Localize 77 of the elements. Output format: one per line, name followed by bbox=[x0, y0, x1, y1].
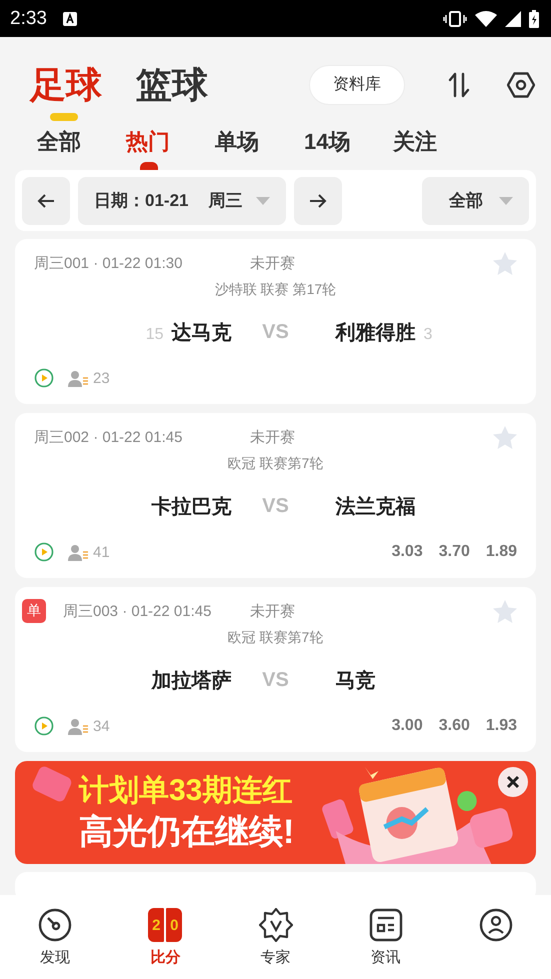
follower-count: 23 bbox=[93, 370, 110, 386]
user-list-icon bbox=[68, 718, 88, 734]
star-icon[interactable] bbox=[493, 600, 517, 622]
signal-icon bbox=[505, 10, 521, 26]
match-time: 周三002 · 01-22 01:45 bbox=[34, 428, 182, 446]
nav-item[interactable]: 2 0 比分 bbox=[110, 895, 220, 979]
match-card[interactable]: 单 周三003 · 01-22 01:45 未开赛 欧冠 联赛第7轮 加拉塔萨 VS 马竞 34 3.00 3.60 1.93 bbox=[15, 587, 536, 752]
status-time: 2:33 bbox=[10, 8, 47, 30]
team-name: 马竞 bbox=[336, 668, 376, 694]
previous-day-button[interactable] bbox=[22, 176, 70, 224]
star-icon[interactable] bbox=[493, 252, 517, 274]
team-name: 法兰克福 bbox=[336, 494, 416, 520]
battery-icon bbox=[529, 10, 539, 28]
league-name: 欧冠 联赛第7轮 bbox=[226, 455, 324, 473]
versus-label: VS bbox=[261, 494, 290, 518]
left-arrow-icon bbox=[37, 192, 55, 208]
newspaper-icon bbox=[368, 908, 403, 942]
match-card[interactable]: 周三002 · 01-22 01:45 未开赛 欧冠 联赛第7轮 卡拉巴克 VS 法兰克福 41 3.03 3.70 1.89 bbox=[15, 413, 536, 578]
match-time: 周三001 · 01-22 01:30 bbox=[34, 254, 182, 272]
settings-icon[interactable] bbox=[507, 72, 535, 98]
gauge-icon bbox=[38, 908, 72, 942]
odds-value: 3.03 bbox=[392, 543, 423, 561]
league-name: 沙特联 联赛 第17轮 bbox=[214, 281, 338, 299]
filter-tab[interactable]: 关注 bbox=[393, 122, 482, 170]
keyboard-icon bbox=[62, 12, 77, 26]
versus-label: VS bbox=[261, 320, 290, 344]
team-name: 卡拉巴克 bbox=[152, 494, 232, 520]
filter-tab[interactable]: 14场 bbox=[304, 122, 393, 170]
follower-count: 41 bbox=[93, 544, 110, 560]
sport-tab[interactable]: 篮球 bbox=[136, 62, 208, 106]
league-filter-dropdown[interactable]: 全部 bbox=[422, 176, 529, 224]
sport-tab[interactable]: 足球 bbox=[30, 62, 102, 106]
filter-tab[interactable]: 全部 bbox=[37, 122, 126, 170]
match-status: 未开赛 bbox=[250, 602, 295, 620]
banner-headline: 计划单33期连红 bbox=[79, 773, 294, 809]
nav-item[interactable]: 资讯 bbox=[330, 895, 441, 979]
follower-count: 34 bbox=[93, 718, 110, 734]
team-name: 达马克 bbox=[172, 320, 232, 346]
match-status: 未开赛 bbox=[250, 428, 295, 446]
profile-icon bbox=[478, 908, 513, 942]
vibrate-icon bbox=[443, 10, 467, 26]
user-list-icon bbox=[68, 544, 88, 560]
team-name: 加拉塔萨 bbox=[152, 668, 232, 694]
badge-icon bbox=[258, 908, 292, 942]
match-status: 未开赛 bbox=[250, 254, 295, 272]
library-button[interactable]: 资料库 bbox=[309, 64, 405, 104]
promo-banner[interactable]: 计划单33期连红 高光仍在继续! bbox=[15, 761, 536, 864]
right-arrow-icon bbox=[309, 192, 328, 208]
play-icon[interactable] bbox=[34, 542, 54, 562]
caret-icon bbox=[499, 196, 513, 204]
filter-tab[interactable]: 热门 bbox=[126, 122, 215, 170]
odds-value: 3.70 bbox=[438, 543, 470, 561]
close-icon bbox=[506, 775, 520, 789]
star-icon[interactable] bbox=[493, 426, 517, 448]
nav-item[interactable]: 发现 bbox=[0, 895, 110, 979]
odds-value: 1.89 bbox=[486, 543, 517, 561]
match-time: 周三003 · 01-22 01:45 bbox=[63, 602, 212, 620]
filter-tab[interactable]: 单场 bbox=[215, 122, 304, 170]
play-icon[interactable] bbox=[34, 368, 54, 388]
versus-label: VS bbox=[261, 668, 290, 692]
play-icon[interactable] bbox=[34, 716, 54, 736]
banner-subline: 高光仍在继续! bbox=[79, 812, 294, 853]
next-day-button[interactable] bbox=[294, 176, 342, 224]
sort-icon[interactable] bbox=[447, 72, 471, 98]
caret-icon bbox=[256, 196, 270, 204]
league-name: 欧冠 联赛第7轮 bbox=[226, 629, 324, 647]
odds-value: 3.60 bbox=[438, 717, 470, 735]
odds-value: 3.00 bbox=[392, 717, 423, 735]
date-dropdown[interactable]: 日期：01-21 周三 bbox=[78, 176, 286, 224]
odds-value: 1.93 bbox=[486, 717, 517, 735]
user-list-icon bbox=[68, 370, 88, 386]
tab-indicator bbox=[140, 162, 158, 170]
single-badge: 单 bbox=[22, 599, 46, 623]
tab-indicator bbox=[50, 112, 78, 120]
wifi-icon bbox=[475, 10, 497, 26]
nav-item[interactable]: 专家 bbox=[220, 895, 331, 979]
team-name: 利雅得胜 bbox=[336, 320, 416, 346]
